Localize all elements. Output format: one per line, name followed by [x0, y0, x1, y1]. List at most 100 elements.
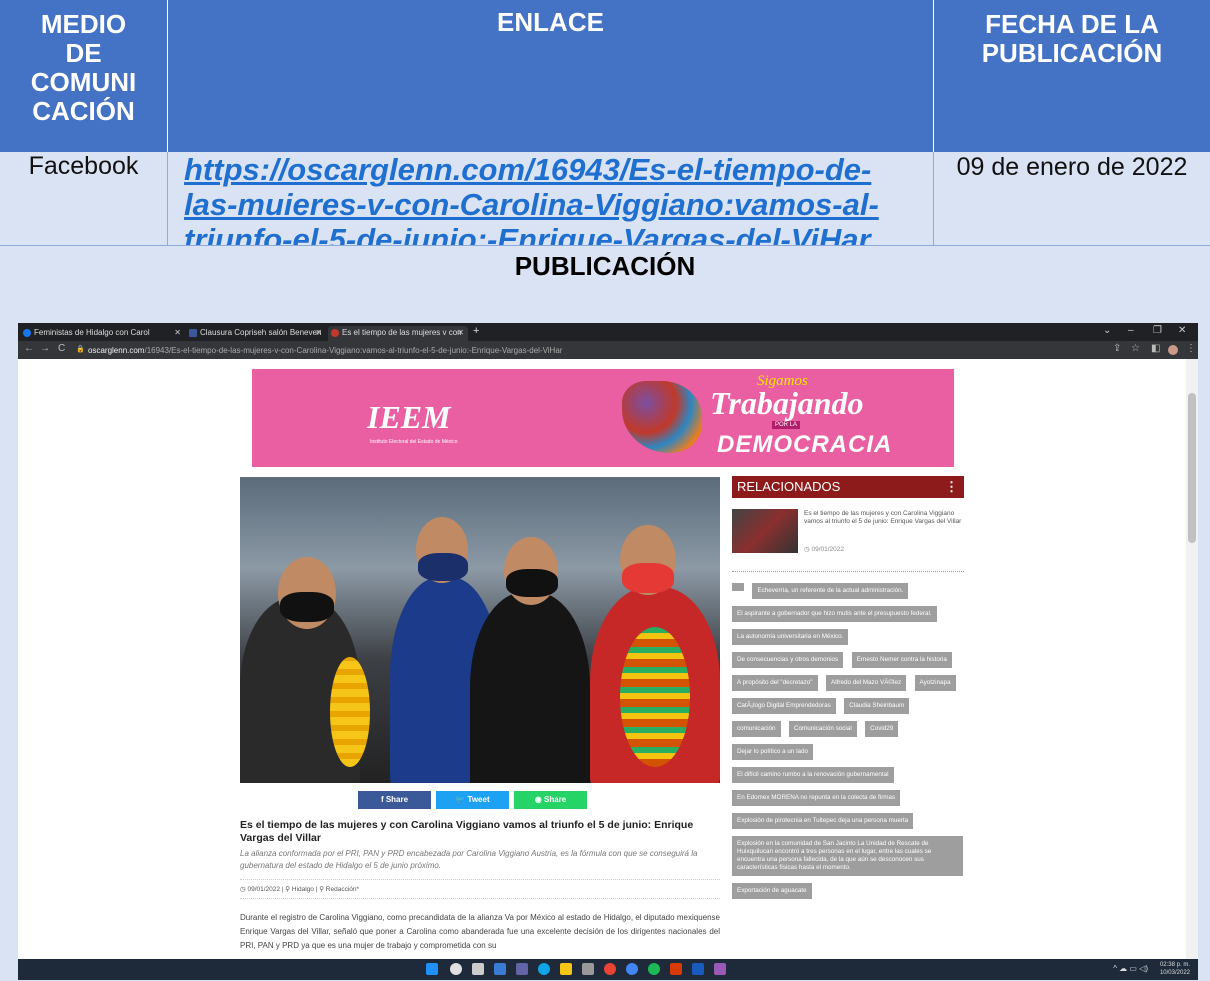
browser-tab-1[interactable]: Feministas de Hidalgo con Carol ✕ [20, 326, 185, 341]
tag-blank[interactable] [732, 583, 744, 591]
article-subtitle: La alianza conformada por el PRI, PAN y … [240, 849, 698, 870]
system-tray-icons[interactable]: ^ ☁ ▭ ◁) [1113, 964, 1148, 973]
edge-icon[interactable] [538, 963, 550, 975]
spotify-icon[interactable] [648, 963, 660, 975]
header-enlace-label: ENLACE [497, 7, 604, 37]
article-title: Es el tiempo de las mujeres y con Caroli… [240, 819, 694, 844]
twitter-share-button[interactable]: 🐦 Tweet [436, 791, 509, 809]
back-icon[interactable]: ← [24, 343, 34, 354]
reload-icon[interactable]: C [58, 343, 65, 354]
tag-item[interactable]: Echeverría, un referente de la actual ad… [752, 583, 909, 599]
facebook-icon [23, 329, 31, 337]
tag-item[interactable]: De consecuencias y otros demonios [732, 652, 844, 668]
tag-item[interactable]: Explosión de pirotecnia en Tultepec deja… [732, 813, 914, 829]
header-fecha: FECHA DE LA PUBLICACIÓN [934, 0, 1210, 152]
related-heading-label: RELACIONADOS [737, 479, 841, 494]
related-thumbnail[interactable] [732, 509, 798, 553]
tag-item[interactable]: Ernesto Nemer contra la historia [851, 652, 952, 668]
close-icon[interactable]: ✕ [315, 326, 322, 340]
minimize-icon[interactable]: – [1128, 325, 1134, 336]
facebook-share-button[interactable]: f Share [358, 791, 431, 809]
widgets-icon[interactable] [494, 963, 506, 975]
tag-item[interactable]: Dejar lo político a un lado [732, 744, 814, 760]
close-icon[interactable]: ✕ [174, 326, 181, 340]
url-field[interactable]: oscarglenn.com/16943/Es-el-tiempo-de-las… [88, 344, 1198, 357]
banner-democracia: DEMOCRACIA [717, 431, 893, 458]
tag-item[interactable]: Comunicación social [788, 721, 857, 737]
face-mask [418, 553, 468, 581]
browser-tab-3[interactable]: Es el tiempo de las mujeres v con ✕ [328, 326, 468, 341]
tag-item[interactable]: A propósito del "decretazo" [732, 675, 818, 691]
article-body: Durante el registro de Carolina Viggiano… [240, 913, 720, 950]
ad-banner[interactable]: IEEM Instituto Electoral del Estado de M… [252, 369, 954, 467]
cell-medio: Facebook [0, 152, 167, 245]
article-photo [240, 477, 720, 783]
tag-item[interactable]: Explosión en la comunidad de San Jacinto… [732, 836, 963, 876]
star-icon[interactable]: ☆ [1131, 343, 1140, 354]
tag-item[interactable]: Covid29 [865, 721, 899, 737]
header-medio-line-1: MEDIO [40, 9, 127, 39]
tag-item[interactable]: La autonomía universitaria en México. [732, 629, 849, 645]
tab-label: Feministas de Hidalgo con Carol [34, 328, 150, 337]
publication-link[interactable]: https://oscarglenn.com/16943/Es-el-tiemp… [184, 152, 933, 257]
tab-favicon-icon [331, 329, 339, 337]
app-icon[interactable] [714, 963, 726, 975]
chevron-down-icon[interactable]: ⌄ [1103, 325, 1111, 336]
header-medio-line-4: CACIÓN [32, 96, 135, 126]
restore-icon[interactable]: ❐ [1153, 325, 1162, 336]
lock-icon: 🔒 [76, 346, 85, 353]
new-tab-icon[interactable]: + [473, 325, 479, 337]
close-window-icon[interactable]: ✕ [1178, 325, 1186, 336]
scrollbar-thumb[interactable] [1188, 393, 1196, 543]
browser-tab-bar: Feministas de Hidalgo con Carol ✕ Clausu… [18, 323, 1198, 341]
tag-item[interactable]: El difícil camino rumbo a la renovación … [732, 767, 894, 783]
taskbar-clock[interactable]: 02:38 p. m. 10/03/2022 [1160, 961, 1190, 977]
map-illustration [622, 381, 702, 453]
app-icon[interactable] [626, 963, 638, 975]
clock-date: 10/03/2022 [1159, 970, 1190, 976]
share-icon[interactable]: ⇪ [1113, 343, 1121, 354]
file-explorer-icon[interactable] [560, 963, 572, 975]
header-medio-line-2: DE [65, 38, 102, 68]
word-icon[interactable] [692, 963, 704, 975]
tag-item[interactable]: Alfredo del Mazo VÃ©lez [826, 675, 907, 691]
tag-item[interactable]: Ayotzinapa [914, 675, 956, 691]
scrollbar[interactable] [1186, 359, 1198, 959]
cell-divider [167, 152, 168, 246]
tag-item[interactable]: Claudia Sheinbaum [844, 698, 910, 714]
office-icon[interactable] [670, 963, 682, 975]
windows-start-icon[interactable] [426, 963, 438, 975]
webpage: IEEM Instituto Electoral del Estado de M… [18, 359, 1186, 959]
document-table: MEDIO DE COMUNI CACIÓN ENLACE FECHA DE L… [0, 0, 1210, 981]
header-medio: MEDIO DE COMUNI CACIÓN [0, 0, 167, 152]
search-icon[interactable] [450, 963, 462, 975]
cell-divider [933, 152, 934, 246]
tag-item[interactable]: comunicación [732, 721, 781, 737]
menu-icon[interactable]: ⋮ [1186, 343, 1196, 354]
sidepanel-icon[interactable]: ◧ [1151, 343, 1160, 354]
whatsapp-share-button[interactable]: ◉ Share [514, 791, 587, 809]
app-icon[interactable] [582, 963, 594, 975]
clock-time: 02:38 p. m. [1159, 962, 1190, 968]
task-view-icon[interactable] [472, 963, 484, 975]
more-icon[interactable]: ⋮ [945, 476, 958, 498]
tag-item[interactable]: Exportación de aguacate [732, 883, 812, 899]
teams-icon[interactable] [516, 963, 528, 975]
forward-icon[interactable]: → [40, 343, 50, 354]
url-path: /16943/Es-el-tiempo-de-las-mujeres-v-con… [144, 346, 563, 355]
tag-item[interactable]: El aspirante a gobernador que hizo mutis… [732, 606, 937, 622]
tag-cloud: Echeverría, un referente de la actual ad… [732, 583, 967, 906]
related-heading: RELACIONADOS ⋮ [732, 476, 964, 498]
face-mask [506, 569, 558, 597]
related-article-link[interactable]: Es el tiempo de las mujeres y con Caroli… [804, 510, 964, 526]
ieem-logo: IEEM [367, 399, 451, 435]
tag-item[interactable]: CatÃ¡logo Digital Emprendedoras [732, 698, 836, 714]
chrome-icon[interactable] [604, 963, 616, 975]
browser-tab-2[interactable]: Clausura Copriseh salón Beneven ✕ [186, 326, 326, 341]
avatar[interactable] [1168, 345, 1178, 355]
ieem-subtitle: Instituto Electoral del Estado de México [370, 439, 458, 445]
tab-favicon-icon [189, 329, 197, 337]
tag-item[interactable]: En Edomex MORENA no repunta en la colect… [732, 790, 901, 806]
publicacion-title: PUBLICACIÓN [0, 246, 1210, 288]
close-icon[interactable]: ✕ [457, 326, 464, 340]
